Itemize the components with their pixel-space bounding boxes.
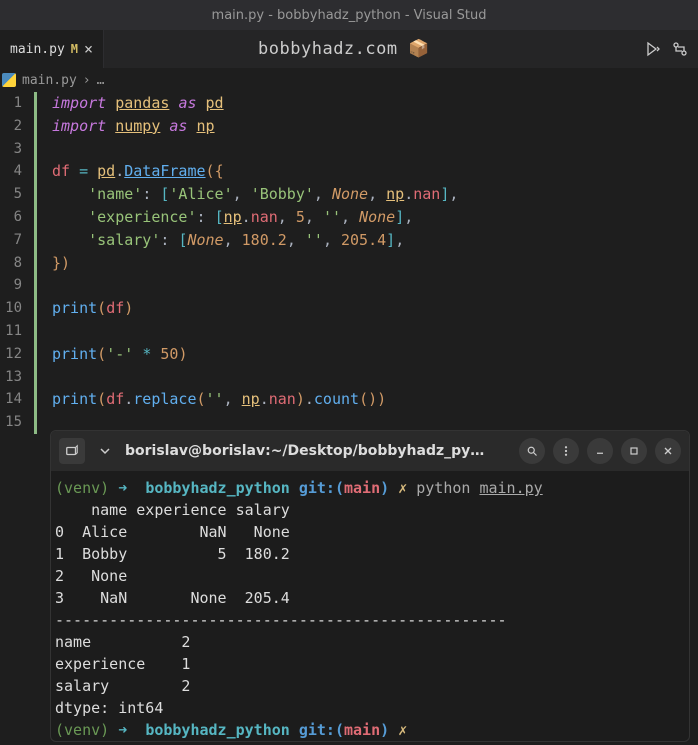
terminal-dropdown-button[interactable] [95,438,115,464]
window-titlebar: main.py - bobbyhadz_python - Visual Stud [0,0,698,30]
terminal-search-button[interactable] [519,438,545,464]
terminal-menu-button[interactable] [553,438,579,464]
terminal-output[interactable]: (venv) ➜ bobbyhadz_python git:(main) ✗ p… [51,471,689,742]
terminal-minimize-button[interactable] [587,438,613,464]
terminal-window: borislav@borislav:~/Desktop/bobbyhadz_py… [50,430,690,742]
breadcrumb-sep: › [83,73,91,88]
line-numbers: 1 2 3 4 5 6 7 8 9 10 11 12 13 14 15 [0,92,36,432]
breadcrumb-file: main.py [22,73,77,88]
terminal-new-tab-button[interactable] [59,438,85,464]
terminal-maximize-button[interactable] [621,438,647,464]
python-file-icon [2,73,16,87]
code-content[interactable]: import pandas as pd import numpy as np d… [36,92,698,432]
run-icon[interactable] [644,41,660,57]
terminal-titlebar: borislav@borislav:~/Desktop/bobbyhadz_py… [51,431,689,471]
window-title: main.py - bobbyhadz_python - Visual Stud [212,8,487,23]
breadcrumb[interactable]: main.py › … [0,68,698,92]
terminal-title: borislav@borislav:~/Desktop/bobbyhadz_py… [125,443,509,459]
breadcrumb-more: … [97,73,105,88]
tab-bar: main.py M × bobbyhadz.com 📦 [0,30,698,68]
terminal-close-button[interactable] [655,438,681,464]
watermark-text: bobbyhadz.com 📦 [44,39,644,59]
editor-actions [644,41,698,57]
git-compare-icon[interactable] [672,41,688,57]
code-editor[interactable]: 1 2 3 4 5 6 7 8 9 10 11 12 13 14 15 impo… [0,92,698,432]
